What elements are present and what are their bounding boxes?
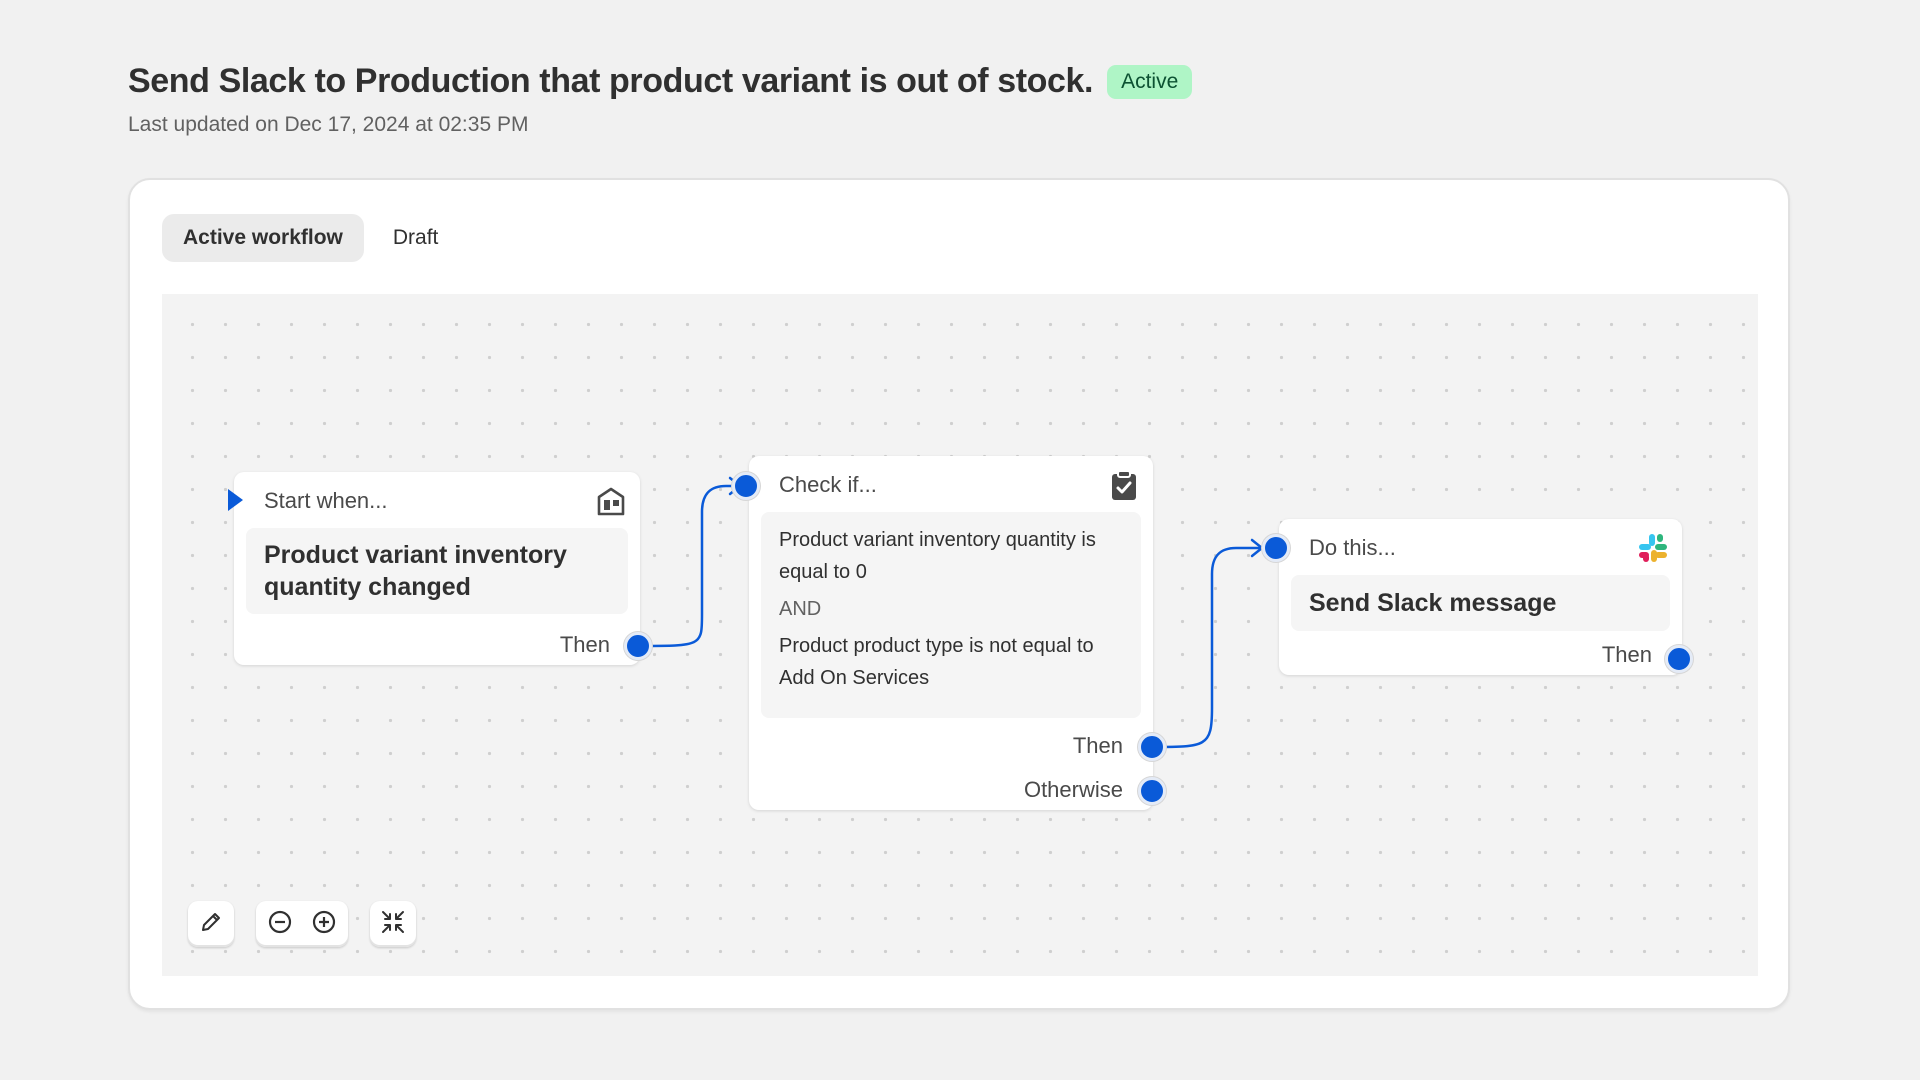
zoom-out-icon [267, 909, 293, 940]
action-title: Send Slack message [1309, 589, 1557, 617]
collapse-icon [380, 909, 406, 940]
fit-view-button[interactable] [371, 902, 415, 946]
trigger-body: Product variant inventory quantity chang… [246, 528, 628, 614]
action-body: Send Slack message [1291, 575, 1670, 631]
action-heading: Do this... [1309, 535, 1396, 560]
action-node[interactable]: Do this... Send Slack message Then [1279, 519, 1682, 675]
condition-then-port[interactable] [1138, 733, 1166, 761]
clipboard-check-icon [1107, 468, 1141, 502]
condition-heading: Check if... [779, 472, 877, 497]
condition-body: Product variant inventory quantity is eq… [761, 512, 1141, 718]
edit-button[interactable] [189, 902, 233, 946]
condition-node[interactable]: Check if... Product variant inventory qu… [749, 456, 1153, 810]
page-title: Send Slack to Production that product va… [128, 62, 1094, 100]
trigger-heading: Start when... [264, 488, 388, 513]
condition-clause-2: Product product type is not equal to Add… [779, 635, 1094, 689]
page-header: Send Slack to Production that product va… [128, 62, 1193, 137]
title-row: Send Slack to Production that product va… [128, 62, 1193, 101]
action-input-port[interactable] [1262, 534, 1290, 562]
workflow-card: Active workflow Draft Start when... Prod… [128, 178, 1790, 1010]
condition-input-port[interactable] [732, 472, 760, 500]
slack-icon [1636, 531, 1670, 565]
workflow-tabs: Active workflow Draft [162, 214, 459, 262]
zoom-in-button[interactable] [302, 902, 346, 946]
tab-active-workflow[interactable]: Active workflow [162, 214, 364, 262]
zoom-in-icon [311, 909, 337, 940]
trigger-node[interactable]: Start when... Product variant inventory … [234, 472, 640, 665]
condition-operator: AND [779, 598, 822, 620]
workflow-canvas[interactable]: Start when... Product variant inventory … [162, 294, 1758, 976]
store-icon [594, 484, 628, 518]
zoom-out-button[interactable] [258, 902, 302, 946]
pencil-icon [199, 910, 223, 939]
fit-view-control [370, 901, 416, 947]
condition-clause-1: Product variant inventory quantity is eq… [779, 529, 1096, 583]
trigger-then-label: Then [559, 632, 610, 657]
trigger-entry-marker [228, 489, 243, 511]
status-badge: Active [1107, 64, 1193, 99]
action-then-label: Then [1601, 642, 1652, 667]
edit-control [188, 901, 234, 947]
zoom-control-group [256, 901, 348, 947]
condition-otherwise-port[interactable] [1138, 777, 1166, 805]
trigger-then-port[interactable] [624, 632, 652, 660]
last-updated-text: Last updated on Dec 17, 2024 at 02:35 PM [128, 113, 529, 136]
action-then-port[interactable] [1665, 645, 1693, 673]
condition-then-label: Then [1072, 733, 1123, 758]
condition-otherwise-label: Otherwise [1023, 777, 1123, 802]
trigger-title: Product variant inventory quantity chang… [264, 541, 567, 601]
tab-draft[interactable]: Draft [372, 214, 460, 262]
